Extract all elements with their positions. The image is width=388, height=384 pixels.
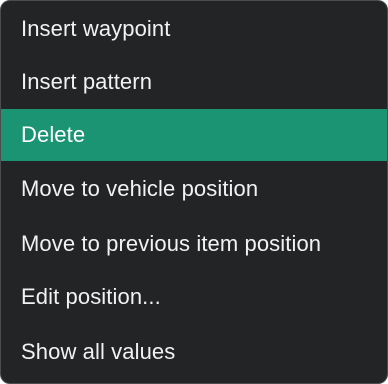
menu-item-insert-pattern[interactable]: Insert pattern: [1, 56, 387, 108]
menu-item-move-to-previous-item-position[interactable]: Move to previous item position: [1, 218, 387, 270]
menu-item-show-all-values[interactable]: Show all values: [1, 326, 387, 378]
context-menu: Insert waypoint Insert pattern Delete Mo…: [0, 0, 388, 384]
menu-item-insert-waypoint[interactable]: Insert waypoint: [1, 3, 387, 55]
menu-item-delete[interactable]: Delete: [1, 109, 387, 161]
menu-item-edit-position[interactable]: Edit position...: [1, 271, 387, 323]
menu-item-move-to-vehicle-position[interactable]: Move to vehicle position: [1, 163, 387, 215]
